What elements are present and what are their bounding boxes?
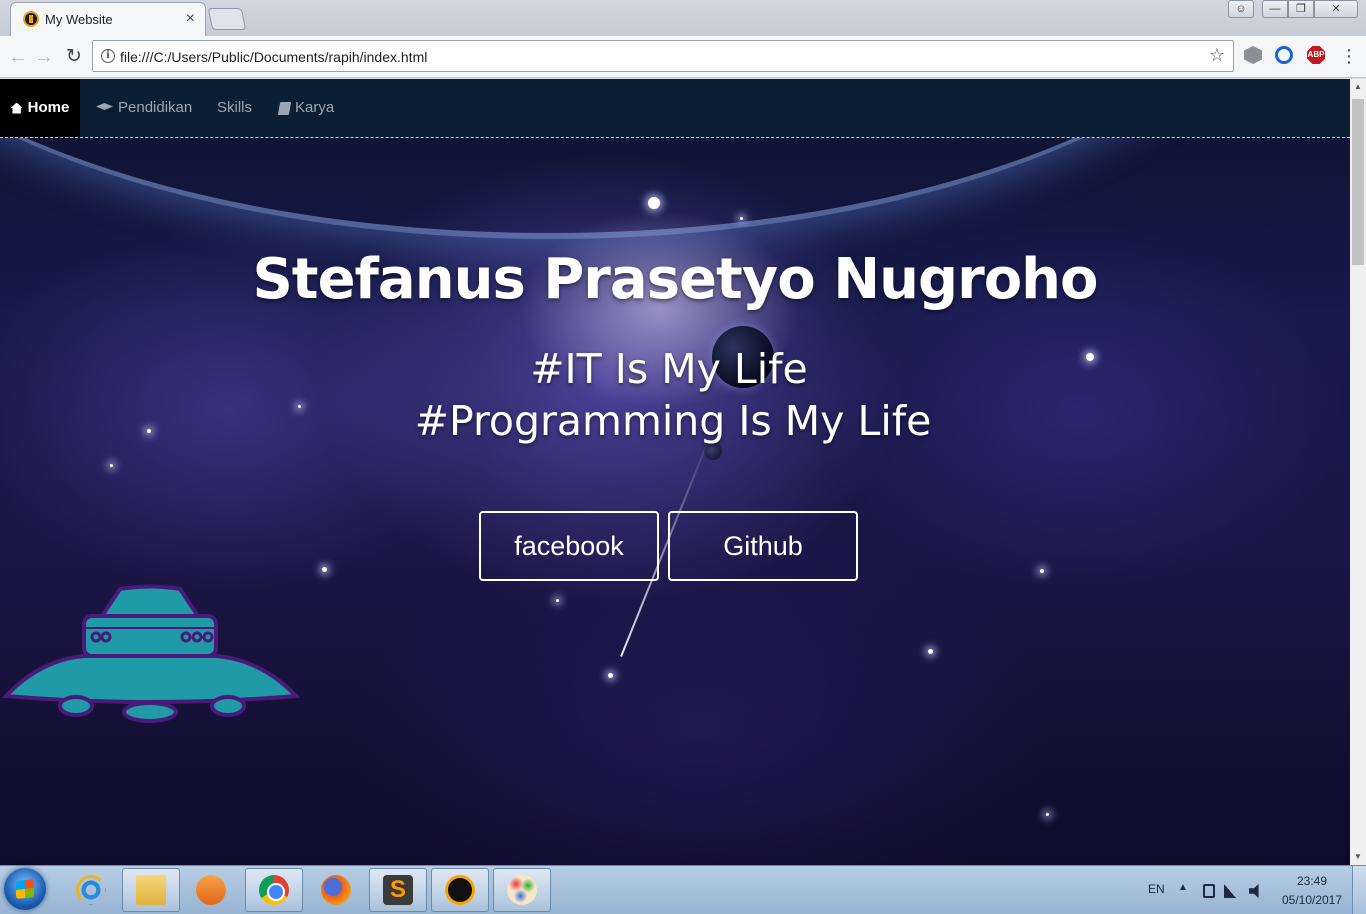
taskbar-app-paint[interactable] (493, 868, 551, 912)
bookmark-star-icon[interactable]: ☆ (1209, 45, 1225, 66)
close-window-button[interactable]: ✕ (1314, 0, 1358, 18)
taskbar-app-chrome[interactable] (245, 868, 303, 912)
file-explorer-icon (136, 875, 166, 905)
star (322, 567, 327, 572)
taskbar-app-sublime-text[interactable]: S (369, 868, 427, 912)
home-icon (10, 102, 23, 114)
battery-icon[interactable] (1203, 884, 1215, 898)
ufo-icon (1, 584, 300, 723)
browser-titlebar: My Website × ☺ — ❐ ✕ (0, 0, 1366, 36)
nav-item-label: Home (27, 99, 70, 116)
facebook-button[interactable]: facebook (479, 511, 659, 581)
aimp-icon (445, 875, 475, 905)
show-desktop-button[interactable] (1352, 866, 1366, 914)
nav-item-skills[interactable]: Skills (217, 79, 252, 137)
clock-date[interactable]: 05/10/2017 (1278, 893, 1346, 907)
star (110, 464, 113, 467)
star (608, 673, 613, 678)
sublime-text-icon: S (383, 875, 413, 905)
taskbar-app-aimp[interactable] (431, 868, 489, 912)
minimize-button[interactable]: — (1262, 0, 1288, 18)
hero-tagline: #Programming Is My Life (414, 397, 932, 445)
puzzle-extension-icon[interactable] (1244, 46, 1262, 64)
page-scrollbar[interactable]: ▲ ▼ (1350, 79, 1366, 865)
taskbar-app-firefox[interactable] (307, 868, 365, 912)
media-player-icon (196, 875, 226, 905)
abp-extension-icon[interactable]: ABP (1307, 46, 1325, 64)
star (556, 599, 559, 602)
graduation-cap-icon (96, 103, 113, 110)
star (740, 217, 743, 220)
nav-item-karya[interactable]: Karya (277, 79, 335, 137)
star (928, 649, 933, 654)
browser-menu-icon[interactable]: ⋮ (1340, 44, 1358, 68)
site-navbar: Home Pendidikan Skills Karya (0, 79, 1350, 138)
profile-icon[interactable]: ☺ (1228, 0, 1254, 18)
restore-button[interactable]: ❐ (1288, 0, 1314, 18)
windows-taskbar: S EN ▲ 23:49 05/10/2017 (0, 865, 1366, 914)
taskbar-app-internet-explorer[interactable] (62, 868, 120, 912)
network-signal-icon[interactable] (1224, 884, 1236, 898)
browser-toolbar: ← → ↻ i file:///C:/Users/Public/Document… (0, 36, 1366, 78)
address-bar[interactable]: i file:///C:/Users/Public/Documents/rapi… (92, 40, 1234, 72)
star (1046, 813, 1049, 816)
book-icon (277, 101, 292, 115)
new-tab-button[interactable] (207, 8, 247, 30)
reload-icon[interactable]: ↻ (62, 45, 86, 69)
hero-name: Stefanus Prasetyo Nugroho (252, 247, 1098, 312)
volume-icon[interactable] (1249, 884, 1259, 898)
paint-icon (507, 875, 537, 905)
tab-title: My Website (45, 12, 113, 27)
language-indicator[interactable]: EN (1148, 882, 1165, 896)
site-info-icon[interactable]: i (101, 49, 115, 63)
taskbar-app-media-player[interactable] (182, 868, 240, 912)
nav-item-label: Pendidikan (118, 99, 193, 116)
url-text[interactable]: file:///C:/Users/Public/Documents/rapih/… (120, 49, 427, 65)
nav-item-home[interactable]: Home (0, 79, 80, 137)
taskbar-app-file-explorer[interactable] (122, 868, 180, 912)
nav-item-label: Skills (217, 99, 253, 116)
star (1040, 569, 1044, 573)
back-arrow-icon[interactable]: ← (6, 45, 30, 69)
clock-time[interactable]: 23:49 (1282, 874, 1342, 888)
blue-ring-extension-icon[interactable] (1275, 46, 1293, 64)
firefox-icon (321, 875, 351, 905)
site-favicon-icon (23, 11, 39, 27)
tab-close-icon[interactable]: × (186, 9, 195, 29)
show-hidden-icons-icon[interactable]: ▲ (1178, 882, 1188, 893)
forward-arrow-icon[interactable]: → (32, 45, 56, 69)
nav-item-label: Karya (295, 99, 335, 116)
page-viewport: Home Pendidikan Skills Karya Stefanus Pr… (0, 79, 1350, 865)
star (648, 197, 660, 209)
window-controls: ☺ — ❐ ✕ (1228, 0, 1358, 20)
scroll-down-arrow-icon[interactable]: ▼ (1350, 849, 1366, 865)
internet-explorer-icon (76, 875, 106, 905)
nav-item-pendidikan[interactable]: Pendidikan (96, 79, 192, 137)
browser-tab[interactable]: My Website × (10, 2, 206, 36)
scroll-thumb[interactable] (1352, 99, 1364, 265)
scroll-up-arrow-icon[interactable]: ▲ (1350, 79, 1366, 95)
hero-tagline: #IT Is My Life (530, 345, 808, 393)
github-button[interactable]: Github (668, 511, 858, 581)
start-button[interactable] (4, 868, 46, 910)
chrome-icon (259, 875, 289, 905)
